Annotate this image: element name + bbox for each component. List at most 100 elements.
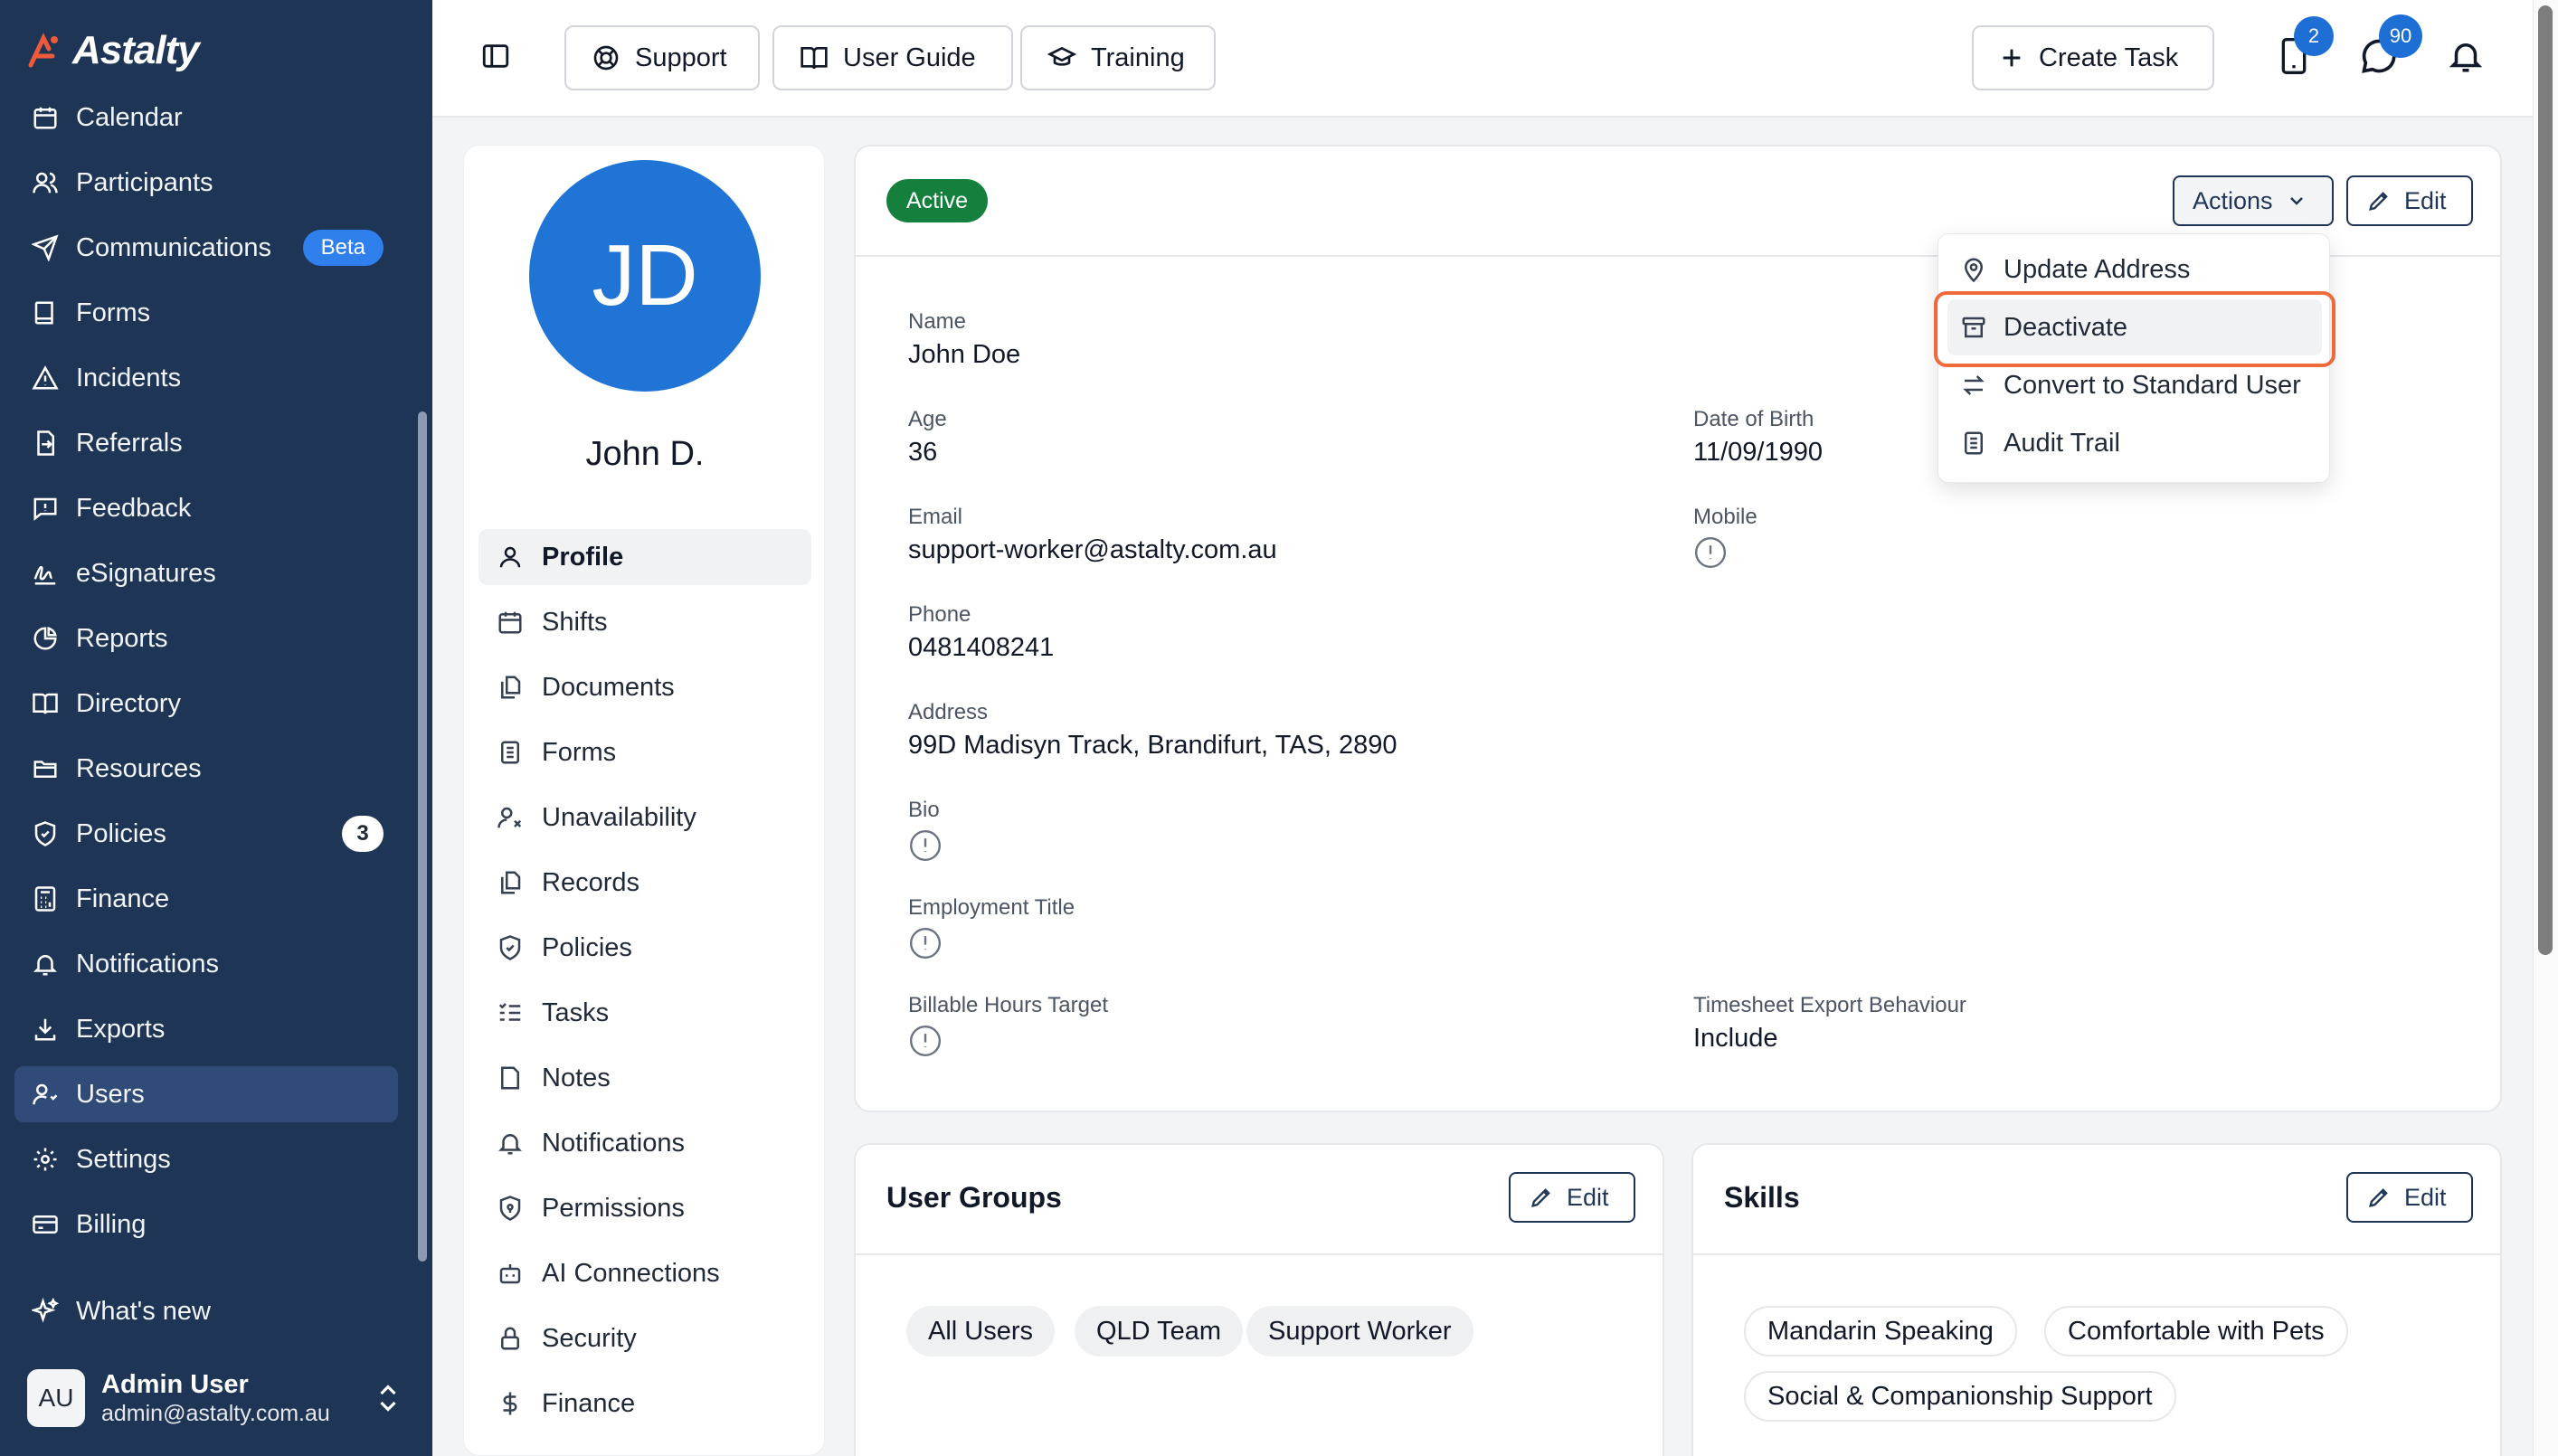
create-task-button[interactable]: Create Task — [1972, 25, 2214, 90]
user-groups-title: User Groups — [886, 1181, 1062, 1214]
lifebuoy-icon — [592, 43, 621, 72]
sidebar-item-label: Finance — [76, 884, 170, 913]
sidebar-item-referrals[interactable]: Referrals — [14, 415, 398, 471]
profile-nav-profile[interactable]: Profile — [478, 529, 811, 585]
app-logo[interactable]: Astalty — [27, 27, 200, 74]
profile-nav-notes[interactable]: Notes — [478, 1050, 811, 1106]
edit-details-button[interactable]: Edit — [2346, 175, 2473, 226]
sidebar-item-esignatures[interactable]: eSignatures — [14, 545, 398, 601]
empty-value-icon — [908, 1024, 943, 1058]
beta-badge: Beta — [302, 230, 384, 266]
profile-nav-tasks[interactable]: Tasks — [478, 985, 811, 1041]
profile-nav-ai-connections[interactable]: AI Connections — [478, 1245, 811, 1301]
pie-chart-icon — [29, 622, 62, 655]
email-label: Email — [908, 505, 963, 529]
profile-nav-label: Notifications — [542, 1128, 685, 1158]
profile-nav-label: Notes — [542, 1063, 611, 1092]
policies-count-badge: 3 — [342, 816, 384, 852]
tasks-count-badge: 2 — [2294, 16, 2334, 56]
menu-item-convert-to-standard-user[interactable]: Convert to Standard User — [1947, 357, 2322, 413]
training-label: Training — [1091, 43, 1185, 72]
bell-icon — [495, 1128, 526, 1158]
skills-card: Skills Edit Mandarin Speaking Comfortabl… — [1691, 1143, 2502, 1456]
profile-nav-security[interactable]: Security — [478, 1310, 811, 1366]
user-guide-button[interactable]: User Guide — [772, 25, 1013, 90]
profile-nav-permissions[interactable]: Permissions — [478, 1180, 811, 1236]
user-email: admin@astalty.com.au — [101, 1401, 330, 1427]
sidebar-item-incidents[interactable]: Incidents — [14, 350, 398, 406]
edit-user-groups-button[interactable]: Edit — [1509, 1172, 1635, 1223]
profile-nav-documents[interactable]: Documents — [478, 659, 811, 715]
pencil-icon — [2366, 188, 2392, 213]
pencil-icon — [2366, 1185, 2392, 1210]
profile-nav-label: Profile — [542, 542, 624, 572]
sidebar-item-participants[interactable]: Participants — [14, 155, 398, 211]
sidebar-item-label: Policies — [76, 818, 166, 848]
sidebar-toggle-icon[interactable] — [470, 31, 521, 81]
profile-nav-unavailability[interactable]: Unavailability — [478, 789, 811, 846]
menu-item-audit-trail[interactable]: Audit Trail — [1947, 415, 2322, 471]
app-logo-text: Astalty — [72, 28, 200, 72]
profile-nav-records[interactable]: Records — [478, 855, 811, 911]
sidebar-item-finance[interactable]: Finance — [14, 871, 398, 927]
lock-icon — [495, 1323, 526, 1354]
profile-nav-policies[interactable]: Policies — [478, 920, 811, 976]
sidebar-item-label: eSignatures — [76, 558, 216, 588]
sidebar-item-policies[interactable]: Policies 3 — [14, 806, 398, 862]
menu-item-update-address[interactable]: Update Address — [1947, 241, 2322, 298]
sidebar-item-reports[interactable]: Reports — [14, 610, 398, 667]
whats-new-link[interactable]: What's new — [14, 1283, 398, 1339]
sidebar-scrollbar[interactable] — [418, 411, 427, 1262]
page-scrollbar-thumb[interactable] — [2538, 5, 2553, 955]
sidebar-item-label: Settings — [76, 1144, 171, 1174]
avatar: JD — [529, 160, 761, 392]
shield-icon — [29, 818, 62, 850]
divider — [856, 1253, 1663, 1255]
participants-icon — [29, 166, 62, 199]
age-label: Age — [908, 407, 947, 431]
edit-label: Edit — [2404, 186, 2447, 214]
dob-value: 11/09/1990 — [1693, 438, 1823, 467]
pencil-icon — [1529, 1185, 1554, 1210]
sidebar-item-billing[interactable]: Billing — [14, 1196, 398, 1253]
support-button[interactable]: Support — [564, 25, 760, 90]
profile-nav-forms[interactable]: Forms — [478, 724, 811, 780]
documents-icon — [495, 672, 526, 703]
bell-icon[interactable] — [2440, 31, 2491, 81]
feedback-icon — [29, 492, 62, 525]
actions-dropdown-button[interactable]: Actions — [2173, 175, 2334, 226]
sidebar-item-label: Participants — [76, 167, 213, 197]
profile-nav-finance[interactable]: Finance — [478, 1376, 811, 1432]
sidebar-item-calendar[interactable]: Calendar — [14, 90, 398, 146]
profile-nav-notifications[interactable]: Notifications — [478, 1115, 811, 1171]
empty-value-icon — [908, 926, 943, 960]
warning-icon — [29, 362, 62, 394]
skill-chip: Comfortable with Pets — [2044, 1306, 2348, 1357]
sidebar-item-communications[interactable]: Communications Beta — [14, 220, 398, 276]
name-value: John Doe — [908, 340, 1021, 369]
sidebar-item-notifications[interactable]: Notifications — [14, 936, 398, 992]
sidebar-item-forms[interactable]: Forms — [14, 285, 398, 341]
sidebar-item-settings[interactable]: Settings — [14, 1131, 398, 1187]
edit-label: Edit — [1567, 1183, 1609, 1211]
edit-skills-button[interactable]: Edit — [2346, 1172, 2473, 1223]
sidebar-item-users[interactable]: Users — [14, 1066, 398, 1122]
phone-label: Phone — [908, 602, 971, 627]
timesheet-export-label: Timesheet Export Behaviour — [1693, 993, 1966, 1017]
profile-nav-label: Security — [542, 1323, 637, 1353]
book-icon — [29, 297, 62, 329]
training-button[interactable]: Training — [1020, 25, 1216, 90]
profile-nav-shifts[interactable]: Shifts — [478, 594, 811, 650]
sidebar-item-resources[interactable]: Resources — [14, 741, 398, 797]
chevron-up-down-icon — [374, 1380, 402, 1416]
menu-item-deactivate[interactable]: Deactivate — [1947, 299, 2322, 355]
sidebar-item-exports[interactable]: Exports — [14, 1001, 398, 1057]
sidebar-item-feedback[interactable]: Feedback — [14, 480, 398, 536]
referral-icon — [29, 427, 62, 459]
profile-nav-label: Permissions — [542, 1193, 685, 1223]
sidebar-item-label: Feedback — [76, 493, 192, 523]
sidebar-item-directory[interactable]: Directory — [14, 676, 398, 732]
dob-label: Date of Birth — [1693, 407, 1814, 431]
top-bar: Support User Guide Training Create Task … — [432, 0, 2533, 118]
current-user-menu[interactable]: AU Admin User admin@astalty.com.au — [27, 1364, 407, 1432]
